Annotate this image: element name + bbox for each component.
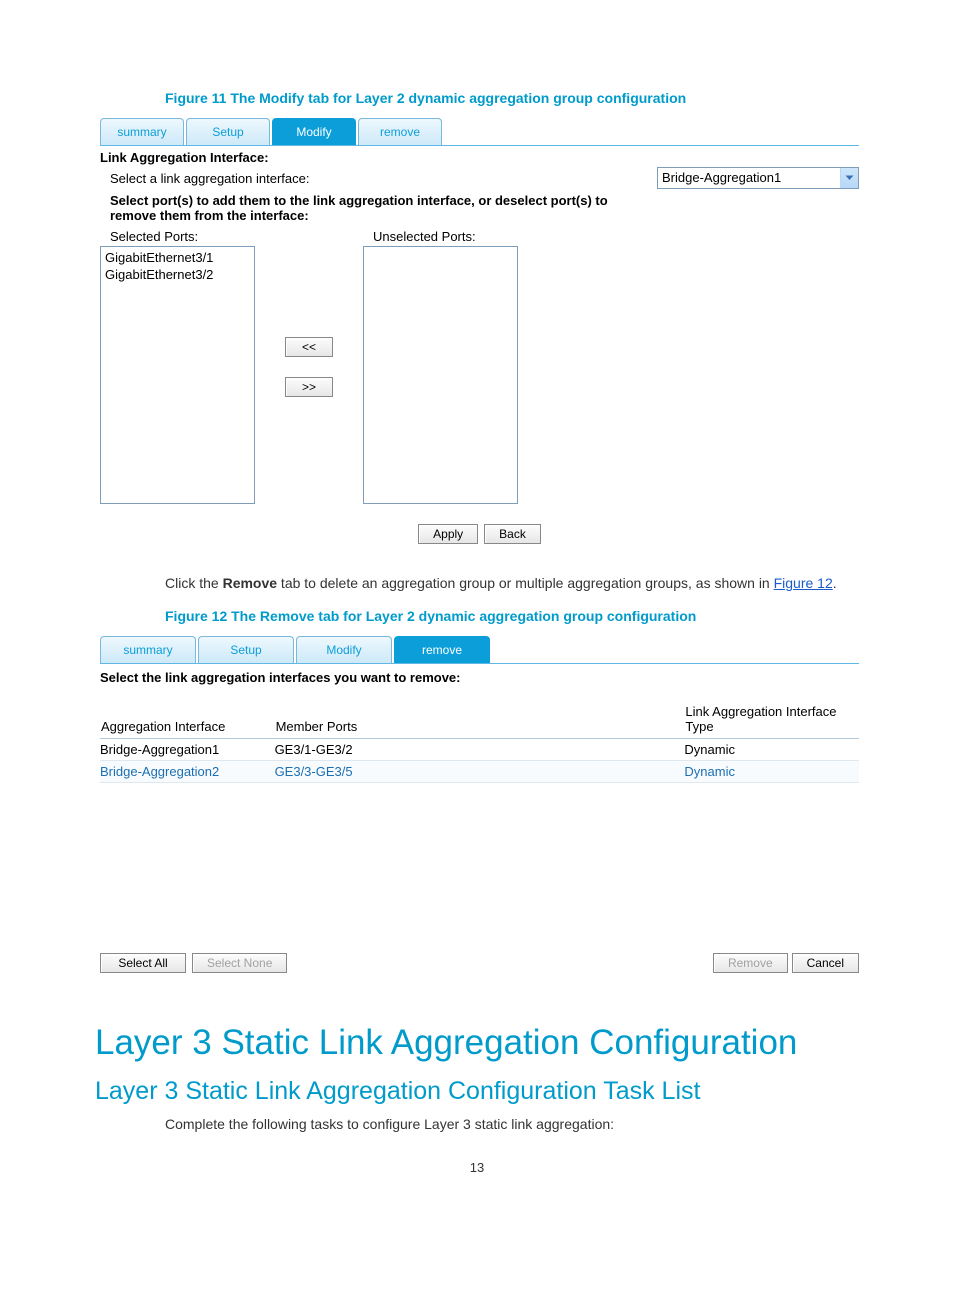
list-item[interactable]: GigabitEthernet3/1 xyxy=(103,249,252,266)
move-left-button[interactable]: << xyxy=(285,337,333,357)
link-agg-interface-heading: Link Aggregation Interface: xyxy=(100,150,859,165)
selected-ports-label: Selected Ports: xyxy=(110,229,255,244)
figure-caption-text: Figure 12 The xyxy=(165,608,260,624)
table-row[interactable]: Bridge-Aggregation1 GE3/1-GE3/2 Dynamic xyxy=(100,738,859,760)
back-button[interactable]: Back xyxy=(484,524,541,544)
remove-instruction: Select the link aggregation interfaces y… xyxy=(100,670,859,685)
text: Click the xyxy=(165,575,223,591)
tab-setup[interactable]: Setup xyxy=(198,636,294,663)
col-interface-type: Link Aggregation Interface Type xyxy=(684,703,859,739)
figure-caption-text: tab for Layer 2 dynamic aggregation grou… xyxy=(314,608,696,624)
select-all-button[interactable]: Select All xyxy=(100,953,186,973)
task-intro-text: Complete the following tasks to configur… xyxy=(165,1116,859,1132)
tab-remove[interactable]: remove xyxy=(358,118,442,145)
aggregation-interface-select[interactable]: Bridge-Aggregation1 xyxy=(657,167,859,189)
figure-caption-bold: Remove xyxy=(260,608,314,624)
tabstrip-remove: summary Setup Modify remove xyxy=(100,636,859,664)
figure-caption-text: Figure 11 The xyxy=(165,90,259,106)
cell-interface: Bridge-Aggregation1 xyxy=(100,738,275,760)
select-link-label: Select a link aggregation interface: xyxy=(110,171,657,186)
port-instruction: Select port(s) to add them to the link a… xyxy=(110,193,640,223)
remove-button[interactable]: Remove xyxy=(713,953,788,973)
selected-ports-list[interactable]: GigabitEthernet3/1 GigabitEthernet3/2 xyxy=(100,246,255,504)
figure-caption-text: tab for Layer 2 dynamic aggregation grou… xyxy=(304,90,686,106)
cancel-button[interactable]: Cancel xyxy=(792,953,859,973)
figure-caption-bold: Modify xyxy=(259,90,304,106)
apply-button[interactable]: Apply xyxy=(418,524,478,544)
text: tab to delete an aggregation group or mu… xyxy=(277,575,774,591)
col-aggregation-interface: Aggregation Interface xyxy=(100,703,275,739)
cell-interface: Bridge-Aggregation2 xyxy=(100,760,275,782)
tabstrip-modify: summary Setup Modify remove xyxy=(100,118,859,146)
tab-remove[interactable]: remove xyxy=(394,636,490,663)
unselected-ports-label: Unselected Ports: xyxy=(373,229,518,244)
heading-task-list: Layer 3 Static Link Aggregation Configur… xyxy=(95,1077,859,1106)
move-right-button[interactable]: >> xyxy=(285,377,333,397)
tab-setup[interactable]: Setup xyxy=(186,118,270,145)
figure-12-link[interactable]: Figure 12 xyxy=(774,575,833,591)
remove-table: Aggregation Interface Member Ports Link … xyxy=(100,703,859,783)
unselected-ports-list[interactable] xyxy=(363,246,518,504)
body-paragraph: Click the Remove tab to delete an aggreg… xyxy=(165,574,859,594)
cell-ports: GE3/3-GE3/5 xyxy=(275,760,685,782)
cell-type: Dynamic xyxy=(684,738,859,760)
chevron-down-icon[interactable] xyxy=(840,168,858,188)
figure-11-caption: Figure 11 The Modify tab for Layer 2 dyn… xyxy=(165,90,859,106)
table-row[interactable]: Bridge-Aggregation2 GE3/3-GE3/5 Dynamic xyxy=(100,760,859,782)
tab-modify[interactable]: Modify xyxy=(272,118,356,145)
cell-ports: GE3/1-GE3/2 xyxy=(275,738,685,760)
figure-12-caption: Figure 12 The Remove tab for Layer 2 dyn… xyxy=(165,608,859,624)
heading-layer3-config: Layer 3 Static Link Aggregation Configur… xyxy=(95,1023,859,1063)
bold-text: Remove xyxy=(223,575,277,591)
page-number: 13 xyxy=(95,1160,859,1175)
list-item[interactable]: GigabitEthernet3/2 xyxy=(103,266,252,283)
tab-modify[interactable]: Modify xyxy=(296,636,392,663)
text: . xyxy=(833,575,837,591)
select-none-button[interactable]: Select None xyxy=(192,953,287,973)
tab-summary[interactable]: summary xyxy=(100,636,196,663)
tab-summary[interactable]: summary xyxy=(100,118,184,145)
cell-type: Dynamic xyxy=(684,760,859,782)
dropdown-value: Bridge-Aggregation1 xyxy=(658,168,840,188)
col-member-ports: Member Ports xyxy=(275,703,685,739)
